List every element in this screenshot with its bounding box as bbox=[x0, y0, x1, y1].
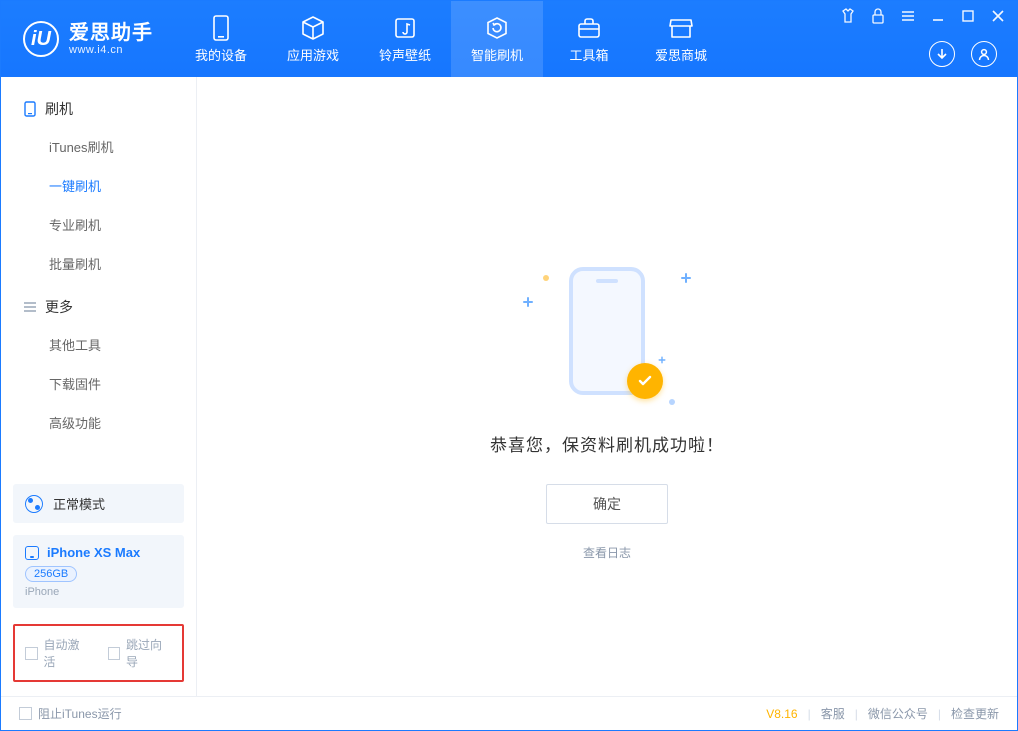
device-name: iPhone XS Max bbox=[47, 545, 140, 560]
minimize-icon[interactable] bbox=[929, 7, 947, 25]
success-message: 恭喜您，保资料刷机成功啦！ bbox=[490, 431, 724, 456]
checkmark-badge-icon bbox=[627, 363, 663, 399]
sidebar-item-advanced[interactable]: 高级功能 bbox=[1, 403, 196, 442]
footer: 阻止iTunes运行 V8.16 | 客服 | 微信公众号 | 检查更新 bbox=[1, 696, 1017, 730]
ok-button[interactable]: 确定 bbox=[546, 484, 668, 524]
sidebar-head-label: 更多 bbox=[45, 297, 73, 317]
footer-right: V8.16 | 客服 | 微信公众号 | 检查更新 bbox=[766, 705, 999, 722]
menu-icon[interactable] bbox=[899, 7, 917, 25]
tab-label: 工具箱 bbox=[569, 45, 608, 64]
checkbox-label: 自动激活 bbox=[44, 636, 90, 670]
sparkle-icon bbox=[659, 357, 666, 364]
footer-link-support[interactable]: 客服 bbox=[821, 705, 845, 722]
refresh-icon bbox=[484, 15, 510, 41]
dot-icon bbox=[543, 275, 549, 281]
version-label: V8.16 bbox=[766, 707, 797, 721]
app-body: 刷机 iTunes刷机 一键刷机 专业刷机 批量刷机 更多 其他工具 下载固件 … bbox=[1, 77, 1017, 696]
device-name-row: iPhone XS Max bbox=[25, 545, 172, 560]
sidebar-section-more: 更多 其他工具 下载固件 高级功能 bbox=[1, 289, 196, 448]
sidebar-item-itunes-flash[interactable]: iTunes刷机 bbox=[1, 127, 196, 166]
view-log-link[interactable]: 查看日志 bbox=[583, 544, 631, 561]
checkbox-skip-guide[interactable]: 跳过向导 bbox=[108, 636, 173, 670]
device-phone-icon bbox=[25, 546, 39, 560]
tab-label: 应用游戏 bbox=[287, 45, 339, 64]
phone-icon bbox=[23, 102, 37, 116]
main-content: 恭喜您，保资料刷机成功啦！ 确定 查看日志 bbox=[197, 77, 1017, 696]
tab-smart-flash[interactable]: 智能刷机 bbox=[451, 1, 543, 77]
download-icon[interactable] bbox=[929, 41, 955, 67]
checkbox-icon bbox=[19, 707, 32, 720]
cube-icon bbox=[300, 15, 326, 41]
checkbox-label: 阻止iTunes运行 bbox=[38, 705, 122, 722]
mode-icon bbox=[25, 495, 43, 513]
user-icon[interactable] bbox=[971, 41, 997, 67]
separator: | bbox=[938, 707, 941, 721]
app-header: iU 爱思助手 www.i4.cn 我的设备 应用游戏 铃声壁纸 智能刷机 工具… bbox=[1, 1, 1017, 77]
window-controls bbox=[839, 7, 1007, 25]
success-illustration bbox=[517, 267, 697, 407]
list-icon bbox=[23, 300, 37, 314]
sidebar-section-flash: 刷机 iTunes刷机 一键刷机 专业刷机 批量刷机 bbox=[1, 91, 196, 289]
sidebar: 刷机 iTunes刷机 一键刷机 专业刷机 批量刷机 更多 其他工具 下载固件 … bbox=[1, 77, 197, 696]
close-icon[interactable] bbox=[989, 7, 1007, 25]
shirt-icon[interactable] bbox=[839, 7, 857, 25]
sidebar-item-batch-flash[interactable]: 批量刷机 bbox=[1, 244, 196, 283]
device-storage-badge: 256GB bbox=[25, 566, 77, 582]
device-card[interactable]: iPhone XS Max 256GB iPhone bbox=[13, 535, 184, 608]
header-right-icons bbox=[929, 41, 997, 67]
dot-icon bbox=[669, 399, 675, 405]
sidebar-item-oneclick-flash[interactable]: 一键刷机 bbox=[1, 166, 196, 205]
tab-label: 铃声壁纸 bbox=[379, 45, 431, 64]
tab-toolbox[interactable]: 工具箱 bbox=[543, 1, 635, 77]
checkbox-icon bbox=[108, 647, 121, 660]
mode-card[interactable]: 正常模式 bbox=[13, 484, 184, 523]
checkbox-icon bbox=[25, 647, 38, 660]
toolbox-icon bbox=[576, 15, 602, 41]
sidebar-item-pro-flash[interactable]: 专业刷机 bbox=[1, 205, 196, 244]
tab-store[interactable]: 爱思商城 bbox=[635, 1, 727, 77]
device-type: iPhone bbox=[25, 586, 172, 598]
separator: | bbox=[808, 707, 811, 721]
tab-label: 智能刷机 bbox=[471, 45, 523, 64]
brand-title: 爱思助手 bbox=[69, 22, 153, 44]
header-tabs: 我的设备 应用游戏 铃声壁纸 智能刷机 工具箱 爱思商城 bbox=[175, 1, 727, 77]
device-icon bbox=[208, 15, 234, 41]
brand-text: 爱思助手 www.i4.cn bbox=[69, 22, 153, 56]
tab-ringtones-wallpapers[interactable]: 铃声壁纸 bbox=[359, 1, 451, 77]
maximize-icon[interactable] bbox=[959, 7, 977, 25]
sidebar-item-other-tools[interactable]: 其他工具 bbox=[1, 325, 196, 364]
sparkle-icon bbox=[523, 297, 533, 307]
sidebar-head-more[interactable]: 更多 bbox=[1, 289, 196, 325]
footer-link-wechat[interactable]: 微信公众号 bbox=[868, 705, 928, 722]
sidebar-head-label: 刷机 bbox=[45, 99, 73, 119]
brand: iU 爱思助手 www.i4.cn bbox=[1, 1, 175, 77]
tab-apps-games[interactable]: 应用游戏 bbox=[267, 1, 359, 77]
store-icon bbox=[668, 15, 694, 41]
tab-label: 我的设备 bbox=[195, 45, 247, 64]
sidebar-head-flash[interactable]: 刷机 bbox=[1, 91, 196, 127]
checkbox-block-itunes[interactable]: 阻止iTunes运行 bbox=[19, 705, 122, 722]
brand-logo-icon: iU bbox=[23, 21, 59, 57]
lock-icon[interactable] bbox=[869, 7, 887, 25]
brand-subtitle: www.i4.cn bbox=[69, 44, 153, 56]
footer-link-update[interactable]: 检查更新 bbox=[951, 705, 999, 722]
separator: | bbox=[855, 707, 858, 721]
mode-label: 正常模式 bbox=[53, 494, 105, 513]
tab-my-device[interactable]: 我的设备 bbox=[175, 1, 267, 77]
music-icon bbox=[392, 15, 418, 41]
sparkle-icon bbox=[681, 273, 691, 283]
checkbox-auto-activate[interactable]: 自动激活 bbox=[25, 636, 90, 670]
tab-label: 爱思商城 bbox=[655, 45, 707, 64]
sidebar-item-download-firmware[interactable]: 下载固件 bbox=[1, 364, 196, 403]
highlighted-checkbox-bar: 自动激活 跳过向导 bbox=[13, 624, 184, 682]
checkbox-label: 跳过向导 bbox=[126, 636, 172, 670]
